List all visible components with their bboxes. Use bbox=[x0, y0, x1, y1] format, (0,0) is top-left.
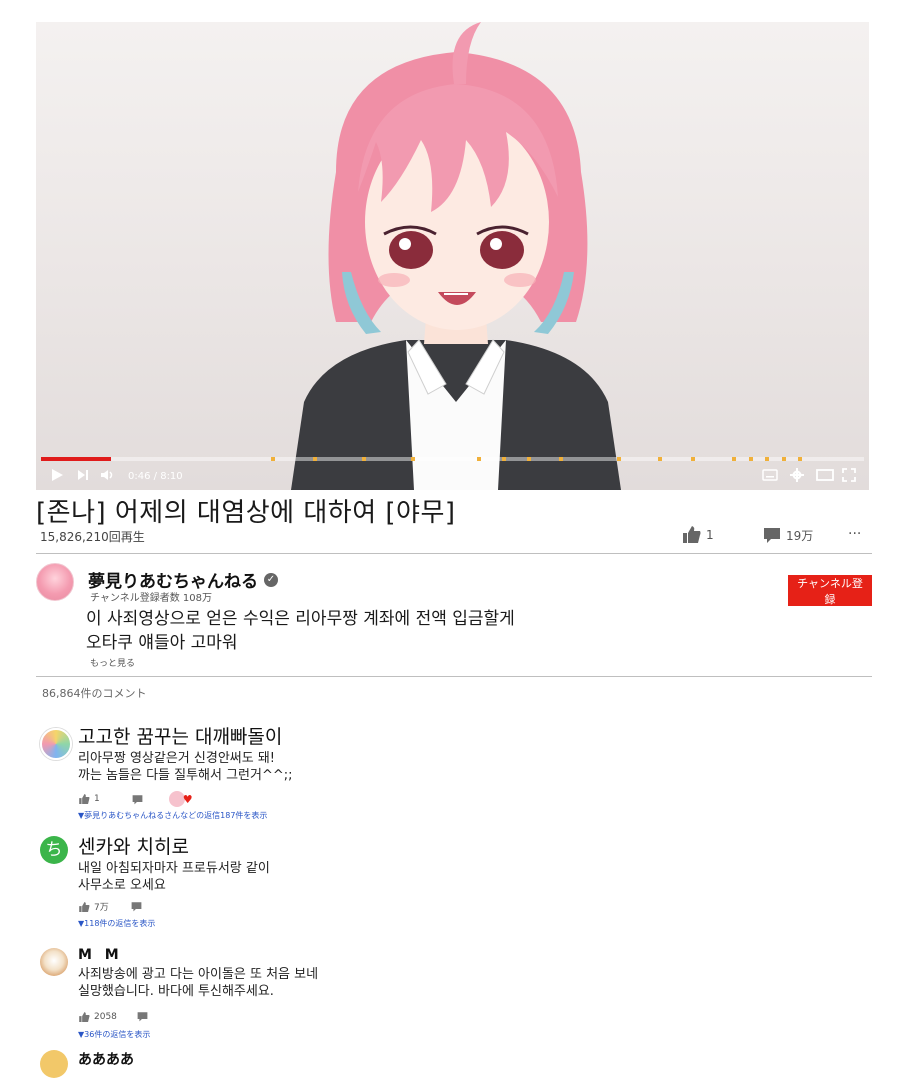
comment-count-short: 19万 bbox=[786, 528, 814, 543]
ad-marker bbox=[312, 457, 317, 461]
commenter-avatar[interactable] bbox=[40, 728, 72, 760]
ad-marker bbox=[559, 457, 564, 461]
ad-marker bbox=[526, 457, 531, 461]
ad-marker bbox=[411, 457, 416, 461]
comment-line: 리아무짱 영상같은거 신경안써도 돼! bbox=[78, 751, 276, 766]
ad-marker bbox=[691, 457, 696, 461]
comment-author[interactable]: 센카와 치히로 bbox=[78, 832, 189, 859]
like-count: 1 bbox=[706, 527, 714, 542]
subscribe-button[interactable]: チャンネル登録 bbox=[788, 575, 872, 606]
ad-marker bbox=[732, 457, 737, 461]
comment-like-count: 2058 bbox=[94, 1011, 117, 1022]
comment-author[interactable]: M M bbox=[78, 947, 123, 963]
comment-actions: 7万 bbox=[79, 900, 142, 913]
comments-header: 86,864件のコメント bbox=[42, 687, 147, 700]
description-line: 이 사죄영상으로 얻은 수익은 리아무짱 계좌에 전액 입금할게 bbox=[86, 609, 515, 629]
volume-icon[interactable] bbox=[100, 468, 116, 485]
thumbs-up-icon[interactable] bbox=[79, 901, 90, 912]
video-thumbnail-illustration bbox=[291, 22, 621, 490]
settings-gear-icon[interactable] bbox=[790, 468, 804, 485]
ad-marker bbox=[798, 457, 803, 461]
ad-marker bbox=[781, 457, 786, 461]
comments-button[interactable]: 19万 bbox=[763, 526, 813, 544]
progress-played bbox=[41, 457, 111, 461]
next-icon[interactable] bbox=[76, 468, 90, 485]
comment-line: 까는 놈들은 다들 질투해서 그런거^^;; bbox=[78, 768, 293, 783]
ad-marker bbox=[658, 457, 663, 461]
subtitles-icon[interactable] bbox=[762, 468, 778, 485]
comment-author[interactable]: 고고한 꿈꾸는 대깨빠돌이 bbox=[78, 722, 282, 749]
time-display: 0:46 / 8:10 bbox=[128, 471, 183, 482]
play-icon[interactable] bbox=[50, 468, 64, 485]
comment-line: 사무소로 오세요 bbox=[78, 878, 166, 893]
description-line: 오타쿠 얘들아 고마워 bbox=[86, 633, 238, 653]
reply-icon[interactable] bbox=[132, 794, 143, 805]
ad-marker bbox=[765, 457, 770, 461]
divider bbox=[36, 676, 872, 677]
theater-mode-icon[interactable] bbox=[816, 468, 834, 485]
progress-bar[interactable] bbox=[41, 457, 864, 461]
view-count: 15,826,210回再生 bbox=[40, 530, 145, 544]
like-button[interactable]: 1 bbox=[683, 526, 714, 543]
show-more-link[interactable]: もっと見る bbox=[90, 656, 135, 669]
subscriber-count: チャンネル登録者数 108万 bbox=[90, 593, 212, 604]
commenter-avatar[interactable]: ち bbox=[40, 836, 68, 864]
comment-like-count: 7万 bbox=[94, 903, 109, 913]
comment-text: 내일 아침되자마자 프로듀서랑 같이 사무소로 오세요 bbox=[78, 860, 270, 894]
ad-marker bbox=[477, 457, 482, 461]
comment-actions: 2058 bbox=[79, 1011, 148, 1022]
ad-marker bbox=[617, 457, 622, 461]
fullscreen-icon[interactable] bbox=[842, 468, 856, 485]
view-replies-link[interactable]: ▼夢見りあむちゃんねるさんなどの返信187件を表示 bbox=[78, 810, 267, 821]
divider bbox=[36, 553, 872, 554]
ad-marker bbox=[501, 457, 506, 461]
time-current: 0:46 bbox=[128, 471, 151, 482]
comment-bubble-icon bbox=[764, 528, 780, 543]
comment-actions: 1 ♥ bbox=[79, 791, 193, 807]
ad-marker bbox=[748, 457, 753, 461]
commenter-avatar[interactable] bbox=[40, 1050, 68, 1078]
comment-like-count: 1 bbox=[94, 794, 100, 804]
video-description: 이 사죄영상으로 얻은 수익은 리아무짱 계좌에 전액 입금할게 오타쿠 얘들아… bbox=[86, 607, 515, 655]
comment-line: 사죄방송에 광고 다는 아이돌은 또 처음 보네 bbox=[78, 967, 319, 982]
thumbs-up-icon[interactable] bbox=[79, 794, 90, 804]
view-replies-link[interactable]: ▼36件の返信を表示 bbox=[78, 1029, 150, 1040]
reply-icon[interactable] bbox=[131, 901, 142, 912]
view-replies-link[interactable]: ▼118件の返信を表示 bbox=[78, 918, 155, 929]
verified-check-icon: ✓ bbox=[264, 572, 278, 587]
thumbs-up-icon[interactable] bbox=[79, 1011, 90, 1022]
thumbs-up-icon bbox=[683, 526, 701, 543]
comment-text: 리아무짱 영상같은거 신경안써도 돼! 까는 놈들은 다들 질투해서 그런거^^… bbox=[78, 750, 293, 784]
comment-author[interactable]: ああああ bbox=[78, 1049, 134, 1069]
commenter-avatar[interactable] bbox=[40, 948, 68, 976]
video-player[interactable]: 0:46 / 8:10 bbox=[36, 22, 869, 490]
ad-marker bbox=[271, 457, 276, 461]
more-actions-button[interactable]: ··· bbox=[848, 526, 861, 542]
more-icon: ··· bbox=[848, 526, 862, 542]
comment-line: 실망했습니다. 바다에 투신해주세요. bbox=[78, 984, 274, 999]
comment-text: 사죄방송에 광고 다는 아이돌은 또 처음 보네 실망했습니다. 바다에 투신해… bbox=[78, 966, 318, 1000]
ad-marker bbox=[361, 457, 366, 461]
video-title: [존나] 어제의 대염상에 대하여 [야무] bbox=[36, 498, 456, 528]
heart-icon: ♥ bbox=[182, 792, 193, 806]
comment-line: 내일 아침되자마자 프로듀서랑 같이 bbox=[78, 861, 270, 876]
time-total: 8:10 bbox=[160, 471, 183, 482]
channel-avatar[interactable] bbox=[36, 563, 74, 601]
reply-icon[interactable] bbox=[137, 1011, 148, 1022]
